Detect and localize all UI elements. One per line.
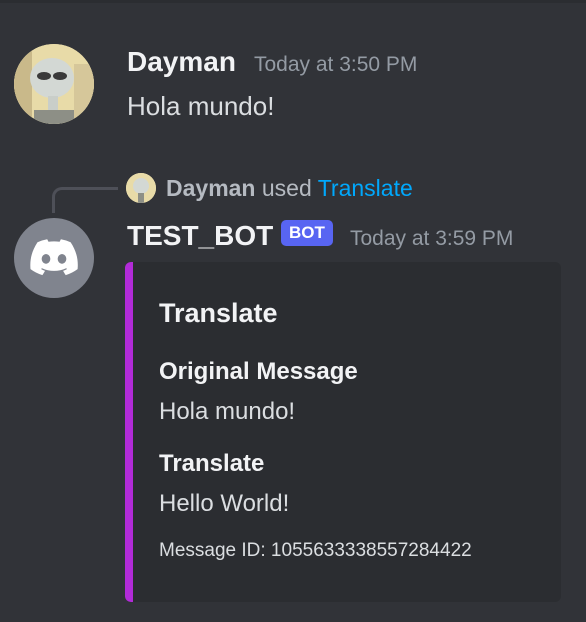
embed-field-value: Hola mundo!	[159, 398, 296, 425]
reply-user-avatar[interactable]	[126, 173, 156, 203]
top-divider	[0, 0, 586, 3]
reply-used-text: used	[261, 175, 312, 201]
reply-connector	[52, 187, 118, 213]
message-author[interactable]: Dayman	[127, 45, 236, 79]
cartoon-alien-avatar-icon	[126, 173, 156, 203]
bot-message-timestamp: Today at 3:59 PM	[350, 227, 514, 250]
command-link[interactable]: Translate	[318, 175, 413, 201]
message-content: Hola mundo!	[127, 91, 275, 121]
bot-author[interactable]: TEST_BOT	[127, 219, 273, 253]
reply-username[interactable]: Dayman	[166, 175, 255, 201]
cartoon-alien-avatar-icon	[14, 44, 94, 124]
bot-badge: BOT	[281, 220, 333, 246]
bot-avatar[interactable]	[14, 218, 94, 298]
embed-title: Translate	[159, 298, 278, 328]
discord-logo-icon	[30, 239, 78, 276]
translate-embed: Translate Original Message Hola mundo! T…	[125, 262, 561, 602]
embed-field-name: Original Message	[159, 358, 358, 385]
message-timestamp: Today at 3:50 PM	[254, 53, 418, 76]
command-usage-line: Dayman used Translate	[166, 173, 413, 203]
embed-footer: Message ID: 1055633338557284422	[159, 540, 472, 561]
embed-field-value: Hello World!	[159, 490, 290, 517]
dayman-avatar[interactable]	[14, 44, 94, 124]
embed-field-name: Translate	[159, 450, 265, 477]
